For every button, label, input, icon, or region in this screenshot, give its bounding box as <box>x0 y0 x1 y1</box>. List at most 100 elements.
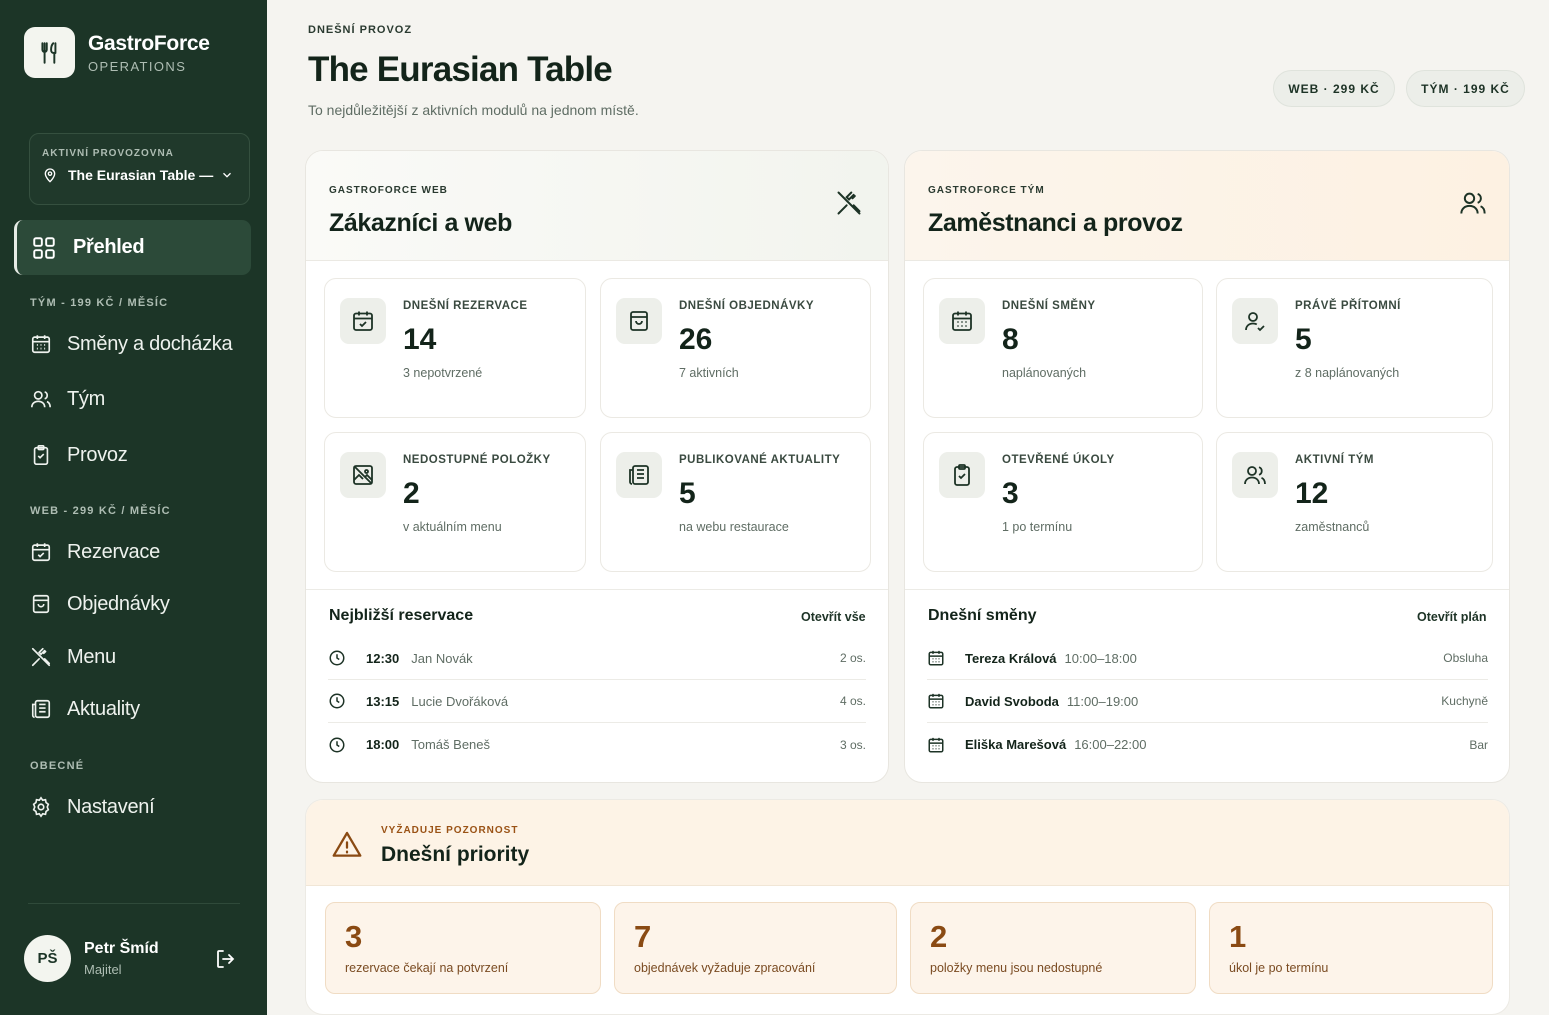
calendar-grid-icon <box>927 649 947 667</box>
stat-card-present[interactable]: PRÁVĚ PŘÍTOMNÍ 5 z 8 naplánovaných <box>1216 278 1493 418</box>
reservation-time: 12:30 <box>366 650 400 666</box>
stat-card-news[interactable]: PUBLIKOVANÉ AKTUALITY 5 na webu restaura… <box>600 432 871 572</box>
priority-label: úkol je po termínu <box>1229 961 1329 975</box>
priority-value: 3 <box>345 919 363 954</box>
grid-icon <box>31 235 57 261</box>
calendar-grid-icon <box>30 333 52 355</box>
user-check-icon <box>1232 298 1278 344</box>
team-plan-badge[interactable]: TÝM · 199 KČ <box>1406 70 1525 107</box>
stat-value: 12 <box>1295 477 1329 510</box>
clock-icon <box>328 736 348 754</box>
nav-item-menu[interactable]: Menu <box>30 642 116 672</box>
nav-item-smeny[interactable]: Směny a docházka <box>30 329 233 359</box>
stat-card-reservations[interactable]: DNEŠNÍ REZERVACE 14 3 nepotvrzené <box>324 278 586 418</box>
shift-time: 16:00–22:00 <box>1074 737 1147 752</box>
stat-card-orders[interactable]: DNEŠNÍ OBJEDNÁVKY 26 7 aktivních <box>600 278 871 418</box>
calendar-check-icon <box>30 541 52 563</box>
venue-value: The Eurasian Table — Č. <box>68 167 216 183</box>
stat-label: DNEŠNÍ SMĚNY <box>1002 300 1096 312</box>
reservation-time: 18:00 <box>366 737 400 752</box>
stat-label: PRÁVĚ PŘÍTOMNÍ <box>1295 300 1401 312</box>
clipboard-check-icon <box>30 444 52 466</box>
team-panel-kicker: GASTROFORCE TÝM <box>928 185 1045 196</box>
stat-card-active-team[interactable]: AKTIVNÍ TÝM 12 zaměstnanců <box>1216 432 1493 572</box>
priority-card[interactable]: 2 položky menu jsou nedostupné <box>910 902 1196 994</box>
clock-icon <box>328 649 348 667</box>
map-pin-icon <box>42 167 58 183</box>
brand-name: GastroForce <box>88 31 210 55</box>
newspaper-icon <box>616 452 662 498</box>
nav-item-prehled[interactable]: Přehled <box>14 220 251 275</box>
priority-value: 2 <box>930 919 948 954</box>
open-all-link[interactable]: Otevřít vše <box>801 610 866 624</box>
nav-item-label: Rezervace <box>67 540 160 563</box>
stat-value: 8 <box>1002 323 1019 356</box>
utensils-crossed-icon <box>835 189 863 217</box>
priority-card[interactable]: 3 rezervace čekají na potvrzení <box>325 902 601 994</box>
nav-item-aktuality[interactable]: Aktuality <box>30 694 140 724</box>
clipboard-check-icon <box>939 452 985 498</box>
utensils-crossed-icon <box>30 646 52 668</box>
shift-row[interactable]: Eliška Marešová 16:00–22:00 Bar <box>927 723 1488 766</box>
stat-value: 3 <box>1002 477 1019 510</box>
reservation-name: Lucie Dvořáková <box>411 693 509 709</box>
reservation-guests: 2 os. <box>839 651 866 665</box>
nav-item-provoz[interactable]: Provoz <box>30 440 128 470</box>
brand[interactable]: GastroForce OPERATIONS <box>24 27 210 78</box>
sidebar: GastroForce OPERATIONS AKTIVNÍ PROVOZOVN… <box>0 0 267 1015</box>
stat-card-unavailable[interactable]: NEDOSTUPNÉ POLOŽKY 2 v aktuálním menu <box>324 432 586 572</box>
reservations-list-title: Nejbližší reservace <box>329 607 474 624</box>
divider <box>905 589 1509 590</box>
clock-icon <box>328 692 348 710</box>
stat-card-shifts[interactable]: DNEŠNÍ SMĚNY 8 naplánovaných <box>923 278 1203 418</box>
priority-label: rezervace čekají na potvrzení <box>345 961 509 975</box>
nav-section-web: WEB - 299 KČ / MĚSÍC <box>30 505 171 517</box>
priority-value: 7 <box>634 919 652 954</box>
nav-item-label: Směny a docházka <box>67 332 233 355</box>
shift-row[interactable]: David Svoboda 11:00–19:00 Kuchyně <box>927 680 1488 723</box>
nav-item-label: Objednávky <box>67 592 170 615</box>
page-kicker: DNEŠNÍ PROVOZ <box>308 24 413 36</box>
shift-role: Obsluha <box>1443 651 1488 665</box>
nav-item-objednavky[interactable]: Objednávky <box>30 589 170 619</box>
stat-label: OTEVŘENÉ ÚKOLY <box>1002 454 1115 466</box>
stat-card-tasks[interactable]: OTEVŘENÉ ÚKOLY 3 1 po termínu <box>923 432 1203 572</box>
reservation-name: Tomáš Beneš <box>411 737 491 752</box>
shift-row[interactable]: Tereza Králová 10:00–18:00 Obsluha <box>927 637 1488 680</box>
nav-item-label: Tým <box>67 387 105 410</box>
web-panel: GASTROFORCE WEB Zákazníci a web DNEŠNÍ R… <box>305 150 889 783</box>
stat-sub: zaměstnanců <box>1295 520 1370 534</box>
user-name: Petr Šmíd <box>84 940 159 957</box>
nav-item-nastaveni[interactable]: Nastavení <box>30 792 155 822</box>
reservation-row[interactable]: 18:00 Tomáš Beneš 3 os. <box>328 723 866 766</box>
stat-label: NEDOSTUPNÉ POLOŽKY <box>403 454 551 466</box>
shift-employee: Eliška Marešová <box>965 737 1067 752</box>
venue-selector[interactable]: AKTIVNÍ PROVOZOVNA The Eurasian Table — … <box>29 133 250 205</box>
nav-item-label: Aktuality <box>67 697 140 720</box>
user-role: Majitel <box>84 962 122 977</box>
calendar-grid-icon <box>927 736 947 754</box>
team-panel-title: Zaměstnanci a provoz <box>928 209 1183 237</box>
user-profile[interactable]: PŠ Petr Šmíd Majitel <box>24 935 244 982</box>
reservation-row[interactable]: 12:30 Jan Novák 2 os. <box>328 637 866 680</box>
priority-card[interactable]: 7 objednávek vyžaduje zpracování <box>614 902 897 994</box>
reservation-guests: 4 os. <box>839 694 866 708</box>
users-icon <box>1232 452 1278 498</box>
reservation-row[interactable]: 13:15 Lucie Dvořáková 4 os. <box>328 680 866 723</box>
priority-label: položky menu jsou nedostupné <box>930 961 1103 975</box>
web-panel-title: Zákazníci a web <box>329 209 512 237</box>
shift-time: 10:00–18:00 <box>1064 650 1137 666</box>
nav-item-tym[interactable]: Tým <box>30 384 105 414</box>
users-icon <box>30 388 52 410</box>
logout-icon[interactable] <box>214 947 238 971</box>
gear-icon <box>30 796 52 818</box>
open-plan-link[interactable]: Otevřít plán <box>1417 610 1486 624</box>
web-plan-badge[interactable]: WEB · 299 KČ <box>1273 70 1395 107</box>
web-panel-header: GASTROFORCE WEB Zákazníci a web <box>306 151 888 261</box>
brand-subtitle: OPERATIONS <box>88 58 187 74</box>
page-title: The Eurasian Table <box>308 50 613 89</box>
divider <box>306 589 888 590</box>
nav-item-rezervace[interactable]: Rezervace <box>30 537 160 567</box>
calendar-grid-icon <box>939 298 985 344</box>
priority-card[interactable]: 1 úkol je po termínu <box>1209 902 1493 994</box>
